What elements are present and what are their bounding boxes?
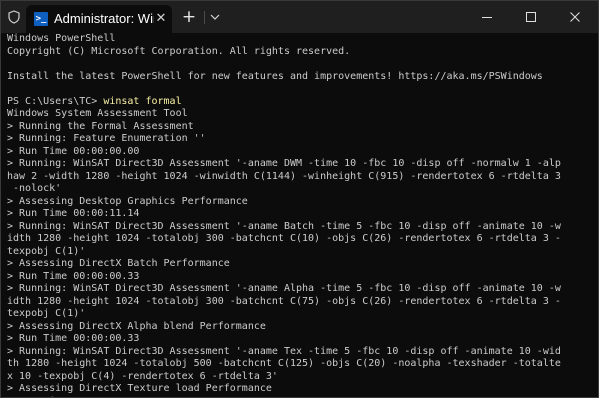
minimize-button[interactable] (465, 1, 509, 33)
terminal-line: > Running the Formal Assessment (7, 120, 194, 132)
terminal-line: Windows System Assessment Tool (7, 108, 188, 119)
shield-icon (7, 10, 21, 24)
terminal-line: > Assessing DirectX Texture load Perform… (7, 383, 272, 394)
terminal-line: x 10 -texpobj C(4) -rendertotex 6 -rtdel… (7, 370, 278, 382)
tab-title: Administrator: Windows PowerShell (54, 11, 154, 26)
terminal-line: idth 1280 -height 1024 -totalobj 300 -ba… (7, 233, 561, 244)
maximize-button[interactable] (509, 1, 553, 33)
tab-powershell[interactable]: >_ Administrator: Windows PowerShell ✕ (26, 5, 172, 33)
close-icon (570, 12, 580, 22)
scrollbar[interactable] (594, 35, 597, 393)
terminal-output[interactable]: Windows PowerShell Copyright (C) Microsof… (7, 33, 594, 397)
terminal-line: texpobj C(1)' (7, 245, 86, 257)
tab-divider (204, 11, 205, 24)
maximize-icon (526, 12, 536, 22)
close-button[interactable] (553, 1, 597, 33)
terminal-line: texpobj C(1)' (7, 308, 86, 319)
terminal-line: > Running: WinSAT Direct3D Assessment '-… (7, 220, 561, 232)
terminal-line: > Running: WinSAT Direct3D Assessment '-… (7, 158, 561, 169)
terminal-line: > Run Time 00:00:11.14 (7, 208, 140, 219)
terminal-line: PS C:\Users\TC> winsat formal (7, 96, 594, 109)
terminal-line: haw 2 -width 1280 -height 1024 -winwidth… (7, 170, 561, 182)
terminal-line: > Assessing Desktop Graphics Performance (7, 195, 248, 207)
chevron-down-icon[interactable] (207, 7, 223, 27)
terminal-line: Copyright (C) Microsoft Corporation. All… (7, 45, 351, 57)
terminal-line: > Running: Feature Enumeration '' (7, 133, 206, 144)
terminal-line: > Run Time 00:00:00.00 (7, 145, 140, 157)
minimize-icon (482, 17, 492, 18)
terminal-line: idth 1280 -height 1024 -totalobj 300 -ba… (7, 295, 561, 307)
terminal-line: > Running: WinSAT Direct3D Assessment '-… (7, 283, 561, 294)
terminal-line: Windows PowerShell (7, 33, 116, 44)
tab-close-button[interactable]: ✕ (154, 11, 168, 27)
terminal-line: > Assessing DirectX Alpha blend Performa… (7, 320, 266, 332)
command-text: winsat formal (103, 95, 182, 107)
terminal-window: >_ Administrator: Windows PowerShell ✕ + (0, 0, 599, 398)
terminal-line: > Run Time 00:00:00.33 (7, 270, 140, 282)
terminal-line: th 1280 -height 1024 -totalobj 500 -batc… (7, 358, 561, 369)
title-bar[interactable]: >_ Administrator: Windows PowerShell ✕ + (1, 1, 598, 33)
terminal-line: Install the latest PowerShell for new fe… (7, 70, 543, 82)
powershell-icon: >_ (34, 12, 48, 26)
terminal-line: > Assessing DirectX Batch Performance (7, 258, 230, 269)
prompt-text: PS C:\Users\TC> (7, 95, 104, 107)
terminal-line: -nolock' (7, 183, 62, 194)
new-tab-button[interactable]: + (178, 7, 200, 27)
terminal-line: > Running: WinSAT Direct3D Assessment '-… (7, 345, 561, 357)
terminal-line: > Run Time 00:00:00.33 (7, 333, 140, 344)
